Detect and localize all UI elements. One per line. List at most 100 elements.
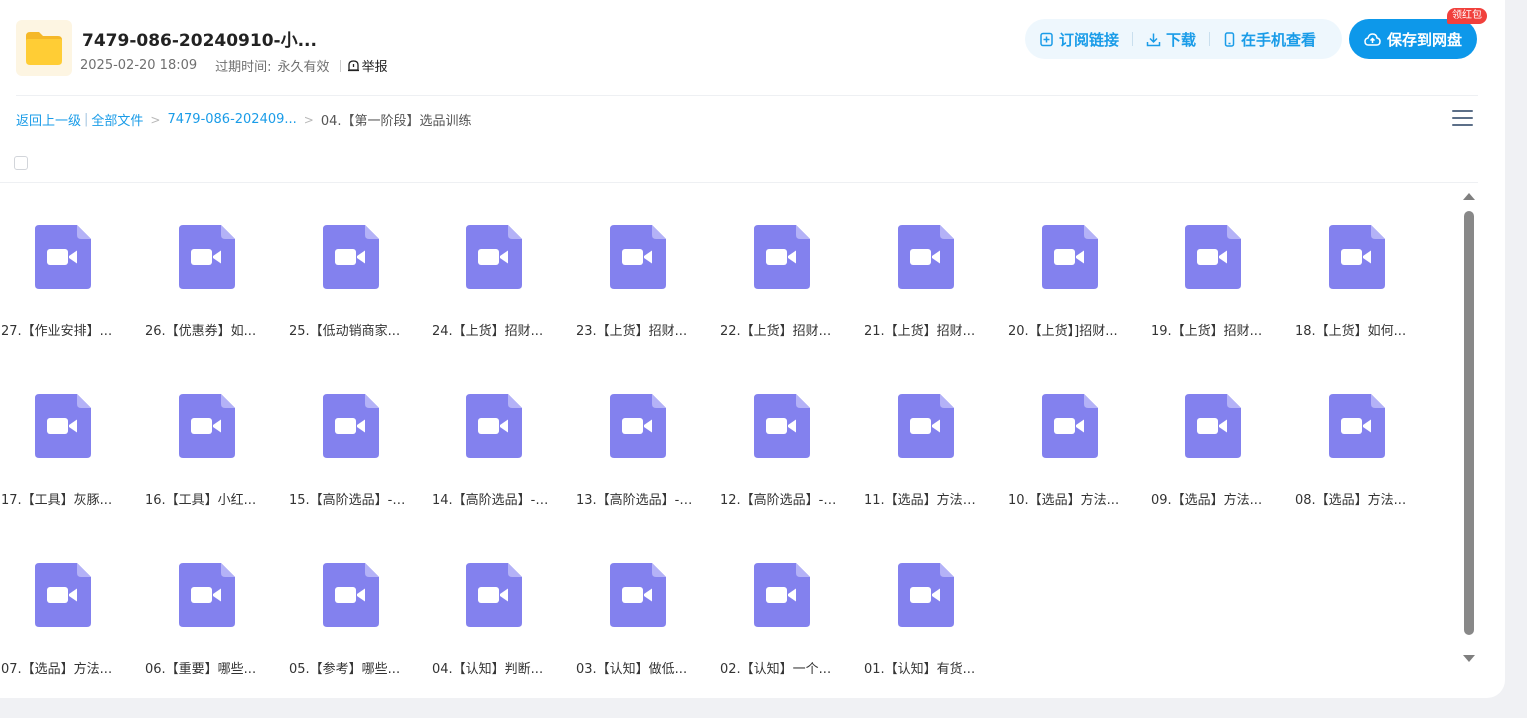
- file-item[interactable]: 22.【上货】招财...: [719, 183, 863, 343]
- share-page-panel: 7479-086-20240910-小... 2025-02-20 18:09 …: [0, 0, 1505, 698]
- video-file-icon: [898, 225, 954, 289]
- action-group: 订阅链接 下载 在手机查看: [1025, 19, 1342, 59]
- file-name: 10.【选品】方法...: [1008, 493, 1120, 508]
- download-icon: [1146, 33, 1161, 46]
- video-file-icon: [1185, 225, 1241, 289]
- download-button[interactable]: 下载: [1146, 29, 1196, 50]
- scrollbar-thumb[interactable]: [1464, 211, 1474, 635]
- scroll-up-arrow-icon[interactable]: [1463, 193, 1475, 200]
- file-name: 03.【认知】做低...: [576, 662, 688, 677]
- file-item[interactable]: 26.【优惠券】如...: [144, 183, 288, 343]
- file-name: 14.【高阶选品】--...: [432, 493, 552, 508]
- file-name: 09.【选品】方法...: [1151, 493, 1263, 508]
- video-file-icon: [179, 225, 235, 289]
- breadcrumb: 返回上一级 | 全部文件 > 7479-086-202409... > 04.【…: [16, 110, 472, 129]
- video-file-icon: [754, 225, 810, 289]
- file-item[interactable]: 24.【上货】招财...: [431, 183, 575, 343]
- breadcrumb-arrow-icon: >: [303, 112, 314, 127]
- file-item[interactable]: 14.【高阶选品】--...: [431, 352, 575, 512]
- file-item[interactable]: 09.【选品】方法...: [1150, 352, 1294, 512]
- file-item[interactable]: 08.【选品】方法...: [1294, 352, 1438, 512]
- video-file-icon: [754, 563, 810, 627]
- file-item[interactable]: 10.【选品】方法...: [1007, 352, 1151, 512]
- save-to-drive-button[interactable]: 保存到网盘: [1349, 19, 1477, 59]
- expire-value: 永久有效: [277, 60, 330, 75]
- file-name: 08.【选品】方法...: [1295, 493, 1407, 508]
- action-separator: [1209, 32, 1211, 46]
- file-item[interactable]: 21.【上货】招财...: [863, 183, 1007, 343]
- video-file-icon: [1329, 225, 1385, 289]
- subscribe-icon: [1040, 32, 1053, 46]
- video-file-icon: [1185, 394, 1241, 458]
- video-file-icon: [35, 563, 91, 627]
- file-item[interactable]: 13.【高阶选品】--...: [575, 352, 719, 512]
- breadcrumb-folder[interactable]: 7479-086-202409...: [167, 112, 296, 127]
- subscribe-link-button[interactable]: 订阅链接: [1039, 29, 1119, 50]
- breadcrumb-all-files[interactable]: 全部文件: [91, 110, 143, 129]
- file-name: 17.【工具】灰豚...: [1, 493, 113, 508]
- file-item[interactable]: 11.【选品】方法五...: [863, 352, 1007, 512]
- red-packet-badge[interactable]: 领红包: [1447, 8, 1487, 24]
- action-separator: [1132, 32, 1134, 46]
- video-file-icon: [610, 225, 666, 289]
- file-item[interactable]: 23.【上货】招财...: [575, 183, 719, 343]
- mobile-label: 在手机查看: [1241, 30, 1317, 49]
- file-item[interactable]: 01.【认知】有货...: [863, 521, 1007, 681]
- video-file-icon: [323, 563, 379, 627]
- back-link[interactable]: 返回上一级: [16, 110, 81, 129]
- video-file-icon: [466, 225, 522, 289]
- video-file-icon: [466, 394, 522, 458]
- cloud-upload-icon: [1364, 32, 1381, 46]
- folder-icon: [16, 20, 72, 76]
- video-file-icon: [35, 394, 91, 458]
- file-item[interactable]: 16.【工具】小红...: [144, 352, 288, 512]
- file-name: 20.【上货】]招财...: [1008, 324, 1118, 339]
- file-name: 27.【作业安排】...: [1, 324, 113, 339]
- video-file-icon: [1329, 394, 1385, 458]
- file-item[interactable]: 19.【上货】招财...: [1150, 183, 1294, 343]
- file-item[interactable]: 17.【工具】灰豚...: [0, 352, 144, 512]
- scroll-down-arrow-icon[interactable]: [1463, 655, 1475, 662]
- file-item[interactable]: 20.【上货】]招财...: [1007, 183, 1151, 343]
- file-item[interactable]: 04.【认知】判断...: [431, 521, 575, 681]
- file-item[interactable]: 02.【认知】一个...: [719, 521, 863, 681]
- file-name: 15.【高阶选品】--...: [289, 493, 409, 508]
- header-divider: [16, 95, 1478, 96]
- file-item[interactable]: 03.【认知】做低...: [575, 521, 719, 681]
- video-file-icon: [466, 563, 522, 627]
- select-all-checkbox[interactable]: [14, 156, 28, 170]
- file-name: 21.【上货】招财...: [864, 324, 976, 339]
- breadcrumb-arrow-icon: >: [150, 112, 161, 127]
- file-name: 22.【上货】招财...: [720, 324, 832, 339]
- video-file-icon: [754, 394, 810, 458]
- video-file-icon: [179, 394, 235, 458]
- file-name: 16.【工具】小红...: [145, 493, 257, 508]
- report-icon: [347, 60, 359, 72]
- video-file-icon: [898, 563, 954, 627]
- phone-icon: [1224, 31, 1235, 47]
- subscribe-label: 订阅链接: [1059, 30, 1120, 49]
- file-item[interactable]: 27.【作业安排】...: [0, 183, 144, 343]
- file-item[interactable]: 07.【选品】方法...: [0, 521, 144, 681]
- video-file-icon: [1042, 225, 1098, 289]
- file-name: 26.【优惠券】如...: [145, 324, 257, 339]
- file-item[interactable]: 06.【重要】哪些...: [144, 521, 288, 681]
- file-name: 12.【高阶选品】--...: [720, 493, 840, 508]
- file-item[interactable]: 05.【参考】哪些...: [288, 521, 432, 681]
- file-item[interactable]: 25.【低动销商家...: [288, 183, 432, 343]
- file-grid: 27.【作业安排】... 26.【优惠券】如... 25.【低动销商家... 24.【…: [0, 183, 1460, 698]
- list-view-menu-icon[interactable]: [1452, 110, 1473, 128]
- breadcrumb-current: 04.【第一阶段】选品训练: [320, 114, 472, 129]
- file-name: 06.【重要】哪些...: [145, 662, 257, 677]
- video-file-icon: [610, 394, 666, 458]
- video-file-icon: [35, 225, 91, 289]
- report-link[interactable]: 举报: [347, 56, 388, 75]
- file-item[interactable]: 15.【高阶选品】--...: [288, 352, 432, 512]
- download-label: 下载: [1166, 30, 1197, 49]
- report-label: 举报: [361, 60, 388, 75]
- file-item[interactable]: 18.【上货】如何...: [1294, 183, 1438, 343]
- file-item[interactable]: 12.【高阶选品】--...: [719, 352, 863, 512]
- view-on-mobile-button[interactable]: 在手机查看: [1223, 29, 1316, 50]
- video-file-icon: [323, 394, 379, 458]
- breadcrumb-pipe: |: [84, 112, 89, 127]
